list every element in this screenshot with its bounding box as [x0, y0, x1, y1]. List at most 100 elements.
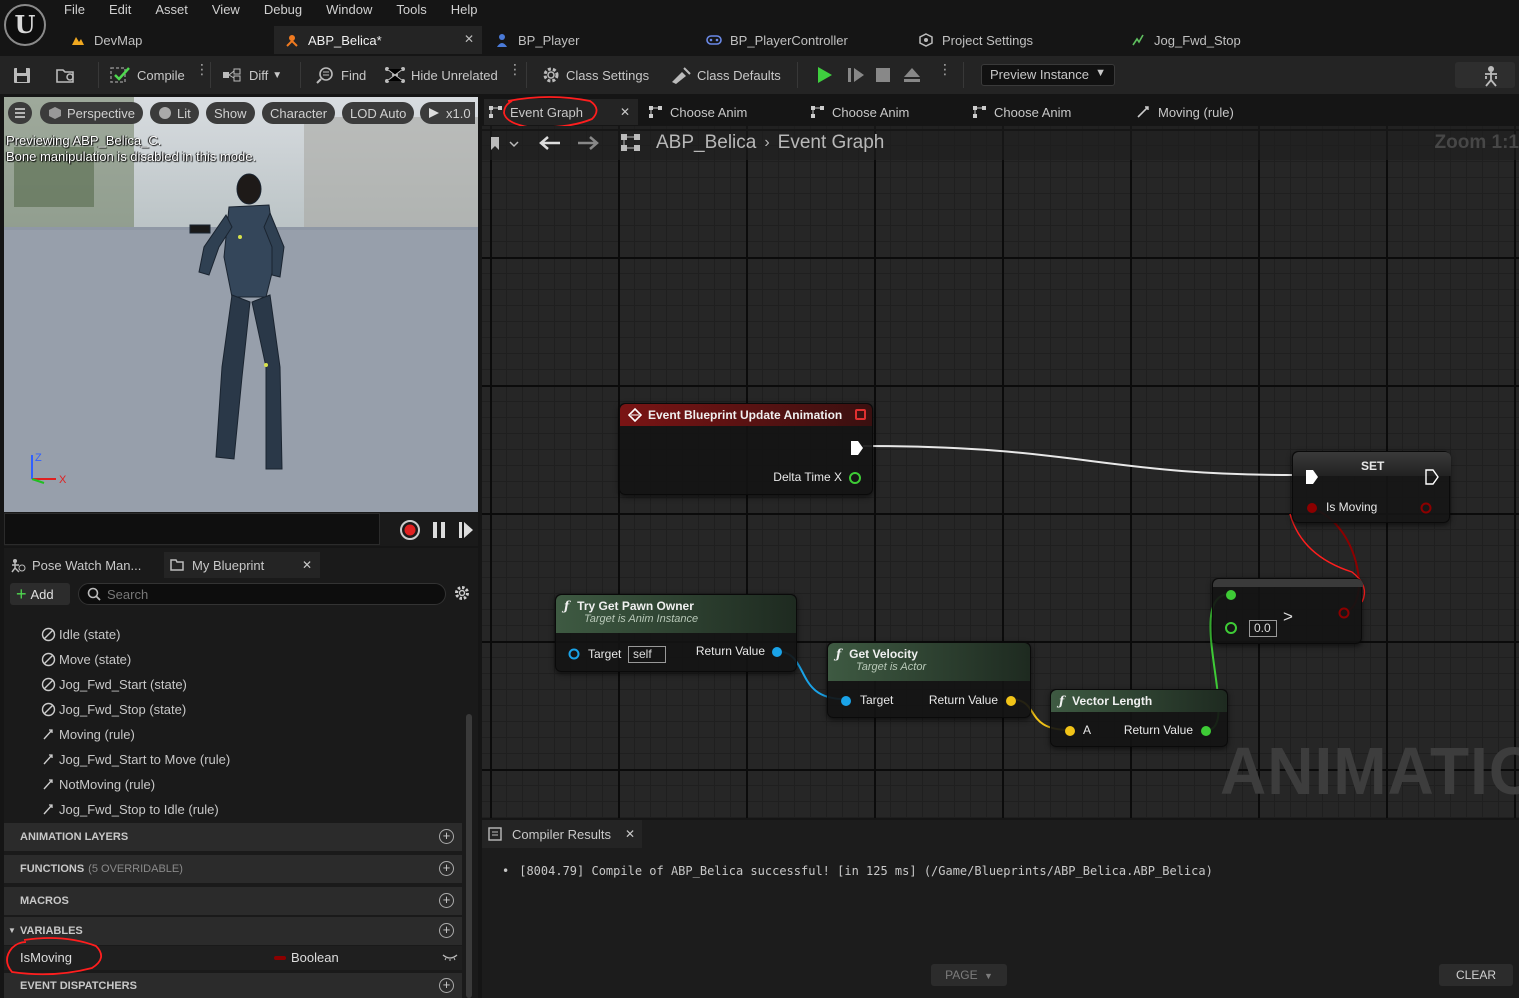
- float-out-pin-icon[interactable]: [1199, 724, 1213, 738]
- clear-button[interactable]: CLEAR: [1439, 964, 1513, 986]
- close-icon[interactable]: ✕: [625, 827, 635, 841]
- diff-button[interactable]: Diff ▼: [222, 62, 282, 88]
- asset-tab-devmap[interactable]: DevMap: [70, 26, 270, 54]
- self-value[interactable]: self: [628, 646, 666, 663]
- step-button[interactable]: [846, 62, 871, 88]
- close-icon[interactable]: ✕: [302, 558, 312, 572]
- timeline-track[interactable]: [4, 513, 380, 545]
- viewport-menu-button[interactable]: [8, 102, 32, 124]
- tab-choose-anim-1[interactable]: Choose Anim: [648, 99, 802, 125]
- event-update-animation-node[interactable]: Event Blueprint Update Animation Delta T…: [619, 403, 873, 495]
- object-in-pin-icon[interactable]: [567, 647, 581, 661]
- section-animation-layers[interactable]: ANIMATION LAYERS +: [4, 823, 462, 851]
- menu-file[interactable]: File: [52, 0, 97, 20]
- hide-options-icon[interactable]: ⋮: [508, 62, 522, 76]
- search-input[interactable]: Search: [78, 583, 446, 605]
- delegate-pin-icon[interactable]: [855, 409, 866, 420]
- get-velocity-node[interactable]: ƒ Get Velocity Target is Actor Target Re…: [827, 642, 1031, 718]
- tree-item[interactable]: Jog_Fwd_Start to Move (rule): [40, 749, 230, 769]
- lod-button[interactable]: LOD Auto: [342, 102, 415, 124]
- page-dropdown[interactable]: PAGE ▼: [931, 964, 1007, 986]
- compile-button[interactable]: Compile: [110, 62, 185, 88]
- pause-icon[interactable]: [432, 520, 446, 540]
- unreal-logo-icon[interactable]: U: [4, 4, 46, 46]
- perspective-button[interactable]: Perspective: [40, 102, 143, 124]
- vector-length-node[interactable]: ƒ Vector Length A Return Value: [1050, 689, 1228, 747]
- save-button[interactable]: [12, 62, 37, 88]
- add-circle-icon[interactable]: +: [439, 893, 454, 908]
- eye-closed-icon[interactable]: [442, 952, 458, 962]
- object-in-pin-icon[interactable]: [839, 694, 853, 708]
- exec-out-pin-icon[interactable]: [850, 440, 864, 456]
- asset-tab-bp-playercontroller[interactable]: BP_PlayerController: [706, 26, 906, 54]
- playback-speed-button[interactable]: x1.0: [420, 102, 475, 124]
- tree-item[interactable]: Moving (rule): [40, 724, 135, 744]
- menu-window[interactable]: Window: [314, 0, 384, 20]
- asset-tab-jog-fwd-stop[interactable]: Jog_Fwd_Stop: [1130, 26, 1330, 54]
- tab-pose-watch-manager[interactable]: Pose Watch Man...: [6, 552, 162, 578]
- preview-instance-dropdown[interactable]: Preview Instance ▼: [981, 64, 1115, 86]
- class-settings-button[interactable]: Class Settings: [541, 62, 649, 88]
- exec-in-pin-icon[interactable]: [1305, 469, 1319, 485]
- compare-value-input[interactable]: 0.0: [1249, 620, 1277, 637]
- object-out-pin-icon[interactable]: [770, 645, 784, 659]
- vector-out-pin-icon[interactable]: [1004, 694, 1018, 708]
- preview-viewport[interactable]: Perspective Lit Show Character LOD Auto …: [4, 97, 478, 512]
- bool-out-pin-icon[interactable]: [1337, 606, 1351, 620]
- exec-out-pin-icon[interactable]: [1425, 469, 1439, 485]
- asset-tab-abp-belica[interactable]: ABP_Belica* ✕: [274, 26, 482, 54]
- set-is-moving-node[interactable]: SET Is Moving: [1292, 451, 1451, 523]
- asset-tab-bp-player[interactable]: BP_Player: [494, 26, 694, 54]
- menu-debug[interactable]: Debug: [252, 0, 314, 20]
- find-button[interactable]: Find: [316, 62, 366, 88]
- play-button[interactable]: [815, 62, 840, 88]
- browse-button[interactable]: [55, 62, 84, 88]
- stop-button[interactable]: [874, 62, 897, 88]
- bool-in-pin-icon[interactable]: [1305, 501, 1319, 515]
- tab-choose-anim-2[interactable]: Choose Anim: [810, 99, 964, 125]
- eject-button[interactable]: [902, 62, 927, 88]
- panel-scrollbar[interactable]: [466, 714, 472, 998]
- tab-choose-anim-3[interactable]: Choose Anim: [972, 99, 1126, 125]
- record-icon[interactable]: [399, 519, 421, 541]
- tree-item[interactable]: NotMoving (rule): [40, 774, 155, 794]
- tab-my-blueprint[interactable]: My Blueprint ✕: [164, 552, 320, 578]
- tree-item[interactable]: Jog_Fwd_Start (state): [40, 674, 187, 694]
- menu-help[interactable]: Help: [439, 0, 490, 20]
- add-circle-icon[interactable]: +: [439, 978, 454, 993]
- bool-out-pin-icon[interactable]: [1419, 501, 1433, 515]
- character-button[interactable]: Character: [262, 102, 336, 124]
- greater-than-node[interactable]: 0.0 >: [1212, 578, 1363, 644]
- hide-unrelated-button[interactable]: Hide Unrelated: [384, 62, 498, 88]
- float-in-pin-icon[interactable]: [1224, 621, 1238, 635]
- section-macros[interactable]: MACROS +: [4, 887, 462, 915]
- compile-options-icon[interactable]: ⋮: [195, 62, 209, 76]
- lit-button[interactable]: Lit: [150, 102, 199, 124]
- close-icon[interactable]: ✕: [620, 105, 630, 119]
- menu-edit[interactable]: Edit: [97, 0, 143, 20]
- event-graph-canvas[interactable]: ABP_Belica › Event Graph Zoom 1:1 ANIMAT…: [482, 126, 1519, 818]
- menu-tools[interactable]: Tools: [384, 0, 438, 20]
- skeleton-mode-button[interactable]: [1455, 62, 1515, 88]
- add-circle-icon[interactable]: +: [439, 861, 454, 876]
- try-get-pawn-owner-node[interactable]: ƒ Try Get Pawn Owner Target is Anim Inst…: [555, 594, 797, 672]
- tree-item[interactable]: Move (state): [40, 649, 131, 669]
- step-forward-icon[interactable]: [458, 520, 474, 540]
- add-circle-icon[interactable]: +: [439, 829, 454, 844]
- tree-item[interactable]: Jog_Fwd_Stop (state): [40, 699, 186, 719]
- gear-icon[interactable]: [454, 585, 470, 601]
- asset-tab-project-settings[interactable]: Project Settings: [918, 26, 1118, 54]
- show-button[interactable]: Show: [206, 102, 255, 124]
- tab-moving-rule[interactable]: Moving (rule): [1136, 99, 1296, 125]
- float-in-pin-icon[interactable]: [1224, 588, 1238, 602]
- add-circle-icon[interactable]: +: [439, 923, 454, 938]
- class-defaults-button[interactable]: Class Defaults: [670, 62, 781, 88]
- close-icon[interactable]: ✕: [464, 32, 474, 46]
- tab-compiler-results[interactable]: Compiler Results ✕: [482, 820, 642, 848]
- play-options-icon[interactable]: ⋮: [938, 62, 952, 76]
- tree-item[interactable]: Idle (state): [40, 624, 120, 644]
- add-button[interactable]: + Add: [10, 583, 70, 605]
- tree-item[interactable]: Jog_Fwd_Stop to Idle (rule): [40, 799, 219, 819]
- menu-view[interactable]: View: [200, 0, 252, 20]
- menu-asset[interactable]: Asset: [143, 0, 200, 20]
